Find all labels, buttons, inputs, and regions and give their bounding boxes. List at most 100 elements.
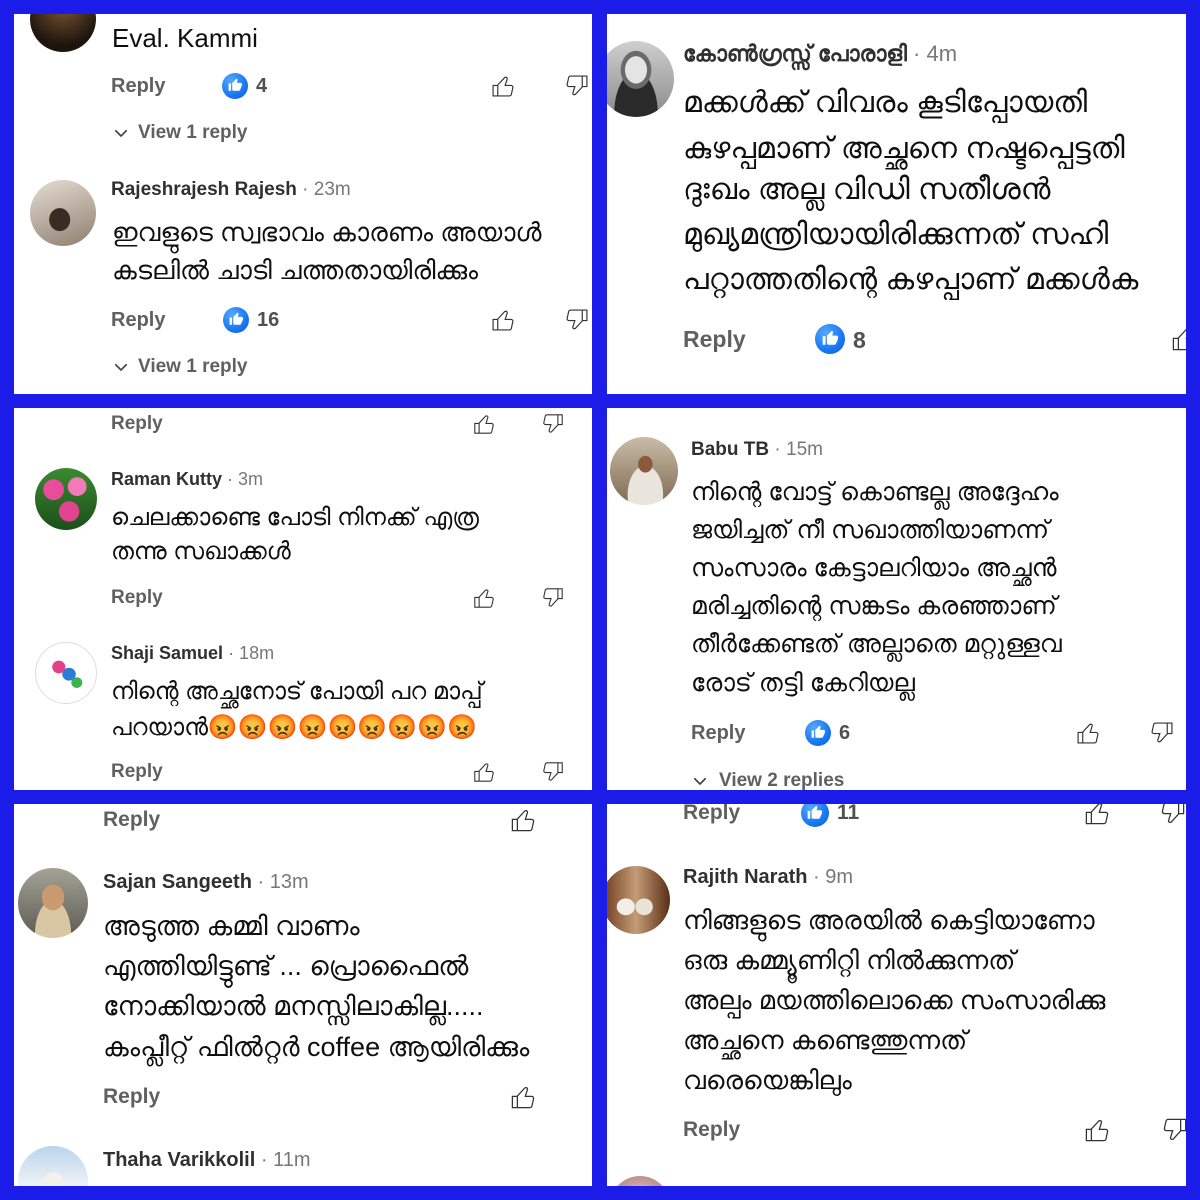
- thumbs-up-icon[interactable]: [508, 805, 538, 835]
- timestamp: · 9m: [813, 866, 854, 888]
- like-reaction-icon: [815, 324, 845, 354]
- comment-text-line: നോക്കിയാൽ മനസ്സിലാകില്ല.....: [103, 991, 484, 1021]
- screenshot-panel-2: കോൺഗ്രസ്സ് പോരാളി · 4m മക്കൾക്ക് വിവരം ക…: [607, 14, 1186, 394]
- reply-button[interactable]: Reply: [111, 412, 163, 436]
- avatar[interactable]: [610, 437, 678, 505]
- thumbs-up-icon[interactable]: [1074, 719, 1102, 747]
- screenshot-panel-3: Reply Raman Kutty · 3m ചെലക്കാണ്ടെ പോടി …: [14, 408, 592, 790]
- thumbs-up-icon[interactable]: [489, 72, 517, 100]
- comment-text-line: മരിച്ചതിന്റെ സങ്കടം കരഞ്ഞാണ്: [691, 592, 1057, 620]
- thumbs-up-icon[interactable]: [471, 585, 497, 611]
- view-replies-label: View 1 reply: [138, 122, 248, 143]
- timestamp: · 15m: [774, 439, 823, 460]
- thumbs-up-icon[interactable]: [1082, 804, 1112, 828]
- like-count: 11: [837, 804, 860, 824]
- like-count: 4: [256, 75, 268, 97]
- comment-header: Rajeshrajesh Rajesh · 23m: [111, 178, 351, 202]
- thumbs-down-icon[interactable]: [1158, 804, 1186, 828]
- comment-text-line: എത്തിയിട്ടുണ്ട് ... പ്രൊഫൈൽ: [103, 951, 469, 981]
- author-name[interactable]: Rajeshrajesh Rajesh: [111, 179, 297, 200]
- thumbs-down-icon[interactable]: [540, 585, 566, 611]
- avatar[interactable]: [607, 866, 670, 934]
- like-reaction-icon: [222, 73, 248, 99]
- reply-button[interactable]: Reply: [683, 324, 746, 354]
- reply-button[interactable]: Reply: [683, 1116, 740, 1144]
- timestamp: · 23m: [302, 179, 351, 200]
- thumbs-up-icon[interactable]: [471, 411, 497, 437]
- comment-text-line: കടലിൽ ചാടി ചത്തതായിരിക്കും: [112, 255, 479, 285]
- comment-text-line: നിന്റെ അച്ഛനോട് പോയി പറ മാപ്പ്: [111, 678, 483, 705]
- timestamp: · 4m: [913, 41, 958, 66]
- screenshot-panel-6: Reply 11 Rajith Narath · 9m നിങ്ങളുടെ അര…: [607, 804, 1186, 1186]
- screenshot-panel-1: Eval. Kammi Reply 4 View 1 reply Rajeshr…: [14, 14, 592, 394]
- view-replies-button[interactable]: View 2 replies: [691, 769, 844, 790]
- comment-text-line: അടുത്ത കമ്മി വാണം: [103, 911, 360, 941]
- thumbs-down-icon[interactable]: [563, 306, 591, 334]
- comment-text-line: പറയാൻ😡😡😡😡😡😡😡😡😡: [111, 714, 477, 741]
- avatar[interactable]: [35, 642, 97, 704]
- chevron-down-icon: [114, 129, 128, 137]
- comment-text-line: നിന്റെ വോട്ട് കൊണ്ടല്ല അദ്ദേഹം: [691, 478, 1059, 506]
- comment-text-line: ദുഃഖം അല്ല വിഡി സതീശൻ: [683, 173, 1051, 206]
- view-replies-button[interactable]: View 1 reply: [112, 121, 248, 145]
- thumbs-up-icon[interactable]: [471, 759, 497, 785]
- comment-text-line: ചെലക്കാണ്ടെ പോടി നിനക്ക് എത്ര: [111, 504, 479, 531]
- like-reaction-icon: [223, 307, 249, 333]
- thumbs-up-icon[interactable]: [1169, 324, 1186, 354]
- like-count: 8: [853, 327, 866, 353]
- author-name[interactable]: Sajan Sangeeth: [103, 871, 252, 893]
- comment-text-line: കുഴപ്പമാണ് അച്ഛനെ നഷ്ടപ്പെട്ടതി: [683, 132, 1125, 165]
- like-count: 6: [839, 722, 851, 744]
- avatar[interactable]: [35, 468, 97, 530]
- view-replies-label: View 1 reply: [138, 356, 248, 377]
- comment-text-line: പറ്റാത്തതിന്റെ കഴപ്പാണ് മക്കൾക: [683, 263, 1139, 296]
- author-name[interactable]: Raman Kutty: [111, 469, 222, 489]
- thumbs-up-icon[interactable]: [1082, 1115, 1112, 1145]
- like-reaction-icon: [801, 804, 829, 827]
- comment-header: Shaji Samuel · 18m: [111, 642, 274, 664]
- chevron-down-icon: [693, 777, 707, 785]
- author-name[interactable]: Babu TB: [691, 439, 769, 460]
- reply-button[interactable]: Reply: [111, 73, 165, 99]
- screenshot-panel-4: Babu TB · 15m നിന്റെ വോട്ട് കൊണ്ടല്ല അദ്…: [607, 408, 1186, 790]
- avatar[interactable]: [30, 14, 96, 52]
- thumbs-up-icon[interactable]: [508, 1082, 538, 1112]
- comment-text-line: നിങ്ങളുടെ അരയിൽ കെട്ടിയാണോ: [683, 905, 1095, 935]
- comment-text-line: ഒരു കമ്മ്യൂണിറ്റി നിൽക്കുന്നത്: [683, 945, 1016, 975]
- comment-text-line: തീർക്കേണ്ടത് അല്ലാതെ മറ്റുള്ളവ: [691, 630, 1062, 658]
- comment-header: Raman Kutty · 3m: [111, 468, 263, 490]
- reply-button[interactable]: Reply: [111, 307, 165, 333]
- reply-button[interactable]: Reply: [111, 760, 163, 784]
- comment-text-line: മുഖ്യമന്ത്രിയായിരിക്കുന്നത് സഹി: [683, 218, 1109, 251]
- thumbs-down-icon[interactable]: [540, 759, 566, 785]
- comment-text-line: തന്നു സഖാക്കൾ: [111, 538, 291, 565]
- screenshot-panel-5: Reply Sajan Sangeeth · 13m അടുത്ത കമ്മി …: [14, 804, 592, 1186]
- thumbs-down-icon[interactable]: [540, 411, 566, 437]
- reply-button[interactable]: Reply: [691, 720, 745, 746]
- thumbs-down-icon[interactable]: [1160, 1115, 1186, 1145]
- view-replies-button[interactable]: View 1 reply: [112, 355, 248, 379]
- comment-text-line: ഇവളുടെ സ്വഭാവം കാരണം അയാൾ: [112, 217, 542, 247]
- reply-button[interactable]: Reply: [111, 586, 163, 610]
- comment-text-line: അല്പം മയത്തിലൊക്കെ സംസാരിക്കു: [683, 985, 1106, 1015]
- avatar[interactable]: [18, 1146, 88, 1186]
- thumbs-down-icon[interactable]: [563, 72, 591, 100]
- author-name[interactable]: Thaha Varikkolil: [103, 1149, 255, 1171]
- avatar[interactable]: [30, 180, 96, 246]
- reply-button[interactable]: Reply: [683, 804, 740, 827]
- avatar[interactable]: [607, 41, 674, 117]
- comment-text-line: കംപ്ലീറ്റ് ഫിൽറ്റർ coffee ആയിരിക്കും: [103, 1032, 530, 1062]
- avatar[interactable]: [610, 1176, 670, 1186]
- chevron-down-icon: [114, 363, 128, 371]
- comment-text-line: രോട് തട്ടി കേറിയല്ല: [691, 669, 915, 697]
- thumbs-down-icon[interactable]: [1148, 719, 1176, 747]
- avatar[interactable]: [18, 868, 88, 938]
- timestamp: · 18m: [228, 643, 275, 663]
- author-name[interactable]: Shaji Samuel: [111, 643, 223, 663]
- reply-button[interactable]: Reply: [103, 806, 160, 834]
- reply-button[interactable]: Reply: [103, 1083, 160, 1111]
- author-name[interactable]: കോൺഗ്രസ്സ് പോരാളി: [683, 41, 907, 66]
- thumbs-up-icon[interactable]: [489, 306, 517, 334]
- comment-text-line: സംസാരം കേട്ടാലറിയാം അച്ഛൻ: [691, 554, 1057, 582]
- author-name[interactable]: Rajith Narath: [683, 866, 807, 888]
